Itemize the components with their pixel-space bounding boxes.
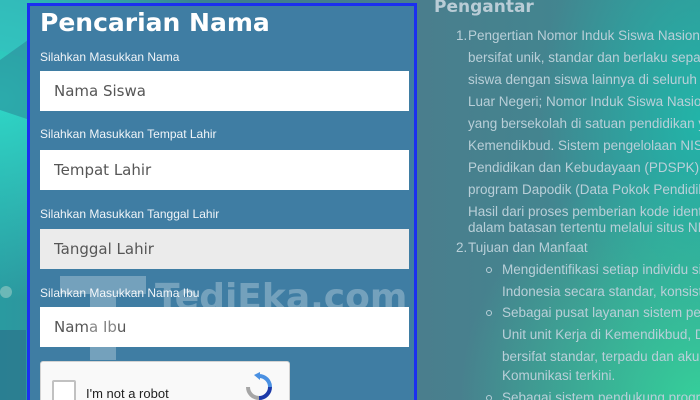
bullet-icon: [486, 310, 492, 316]
bullet-line: Sebagai sistem pendukung program: [502, 390, 700, 400]
intro-subtitle: Tujuan dan Manfaat: [468, 240, 588, 255]
intro-line: Kemendikbud. Sistem pengelolaan NISN: [468, 138, 700, 153]
intro-line: Pengertian Nomor Induk Siswa Nasional a: [468, 28, 700, 43]
intro-line: program Dapodik (Data Pokok Pendidika: [468, 182, 700, 197]
bullet-line: Unit unit Kerja di Kemendikbud, Dir: [502, 327, 700, 342]
student-name-input[interactable]: [40, 71, 409, 111]
intro-title: Pengantar: [434, 0, 534, 17]
bullet-line: bersifat standar, terpadu dan akunt: [502, 349, 700, 364]
background-decoration: [0, 0, 30, 400]
list-number: 2.: [456, 240, 468, 255]
intro-line: Pendidikan dan Kebudayaan (PDSPK) Ke: [468, 160, 700, 175]
list-number: 1.: [456, 28, 468, 43]
mother-name-input[interactable]: [40, 307, 409, 347]
birthdate-field-label: Silahkan Masukkan Tanggal Lahir: [40, 207, 220, 221]
bullet-line: Indonesia secara standar, konsister: [502, 284, 700, 299]
intro-line: dalam batasan tertentu melalui situs NIS…: [468, 220, 700, 235]
birthplace-input[interactable]: [40, 150, 409, 190]
intro-line: Hasil dari proses pemberian kode identif…: [468, 204, 700, 219]
bullet-line: Sebagai pusat layanan sistem peng: [502, 305, 700, 320]
form-title: Pencarian Nama: [40, 8, 270, 37]
recaptcha-widget: I'm not a robot: [40, 361, 290, 400]
bullet-icon: [486, 267, 492, 273]
birthplace-field-label: Silahkan Masukkan Tempat Lahir: [40, 127, 217, 141]
recaptcha-logo-icon: [246, 372, 272, 400]
intro-line: yang bersekolah di satuan pendidikan ya: [468, 116, 700, 131]
bullet-icon: [486, 395, 492, 400]
recaptcha-label: I'm not a robot: [86, 386, 169, 400]
intro-line: siswa dengan siswa lainnya di seluruh se…: [468, 72, 700, 87]
intro-line: bersifat unik, standar dan berlaku sepan…: [468, 50, 700, 65]
bullet-line: Mengidentifikasi setiap individu sisv: [502, 262, 700, 277]
mother-name-field-label: Silahkan Masukkan Nama Ibu: [40, 286, 200, 300]
intro-line: Luar Negeri; Nomor Induk Siswa Nasiona: [468, 94, 700, 109]
intro-section: Pengantar 1. Pengertian Nomor Induk Sisw…: [420, 0, 700, 400]
birthdate-input[interactable]: [40, 229, 409, 269]
name-field-label: Silahkan Masukkan Nama: [40, 50, 180, 64]
recaptcha-checkbox[interactable]: [52, 380, 76, 400]
search-form-panel: Pencarian Nama Silahkan Masukkan Nama Si…: [27, 3, 417, 400]
bullet-line: Komunikasi terkini.: [502, 368, 616, 383]
